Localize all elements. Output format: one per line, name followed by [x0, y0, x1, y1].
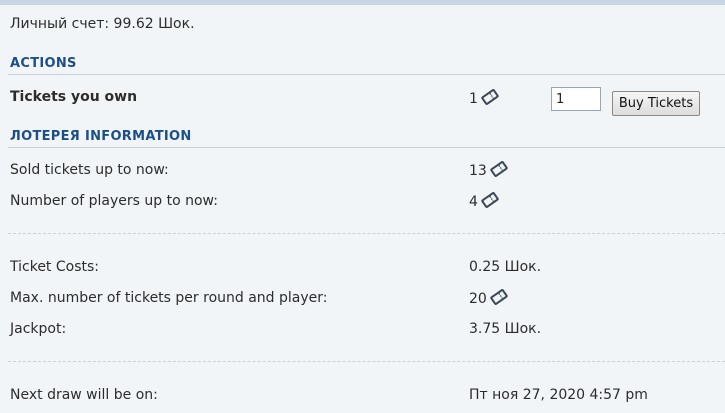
tickets-owned-label: Tickets you own — [10, 89, 138, 105]
jackpot-label: Jackpot: — [10, 321, 67, 337]
players-value-group: 4 — [469, 192, 499, 211]
ticket-cost-label: Ticket Costs: — [10, 259, 100, 275]
tickets-owned-value-group: 1 — [469, 89, 499, 108]
info-divider — [8, 147, 725, 148]
section-separator — [8, 233, 725, 234]
ticket-icon — [481, 89, 499, 105]
max-tickets-value-group: 20 — [469, 289, 508, 308]
actions-divider — [8, 74, 725, 75]
account-balance: Личный счет: 99.62 Шок. — [10, 16, 195, 32]
sold-tickets-value-group: 13 — [469, 161, 508, 180]
next-draw-label: Next draw will be on: — [10, 387, 158, 403]
ticket-icon — [490, 161, 508, 177]
max-tickets-value: 20 — [469, 291, 487, 307]
ticket-cost-value: 0.25 Шок. — [469, 259, 542, 275]
ticket-icon — [481, 192, 499, 208]
jackpot-value: 3.75 Шок. — [469, 321, 542, 337]
actions-section-title: ACTIONS — [10, 56, 77, 71]
ticket-quantity-input[interactable] — [551, 87, 601, 111]
ticket-icon — [490, 289, 508, 305]
players-label: Number of players up to now: — [10, 193, 218, 209]
next-draw-value: Пт ноя 27, 2020 4:57 pm — [469, 387, 648, 403]
max-tickets-label: Max. number of tickets per round and pla… — [10, 290, 328, 306]
info-section-title: ЛОТЕРЕЯ INFORMATION — [10, 129, 192, 144]
tickets-owned-value: 1 — [469, 91, 478, 107]
players-value: 4 — [469, 194, 478, 210]
buy-tickets-button[interactable]: Buy Tickets — [612, 91, 700, 116]
section-separator — [8, 361, 725, 362]
lottery-panel: Личный счет: 99.62 Шок. ACTIONS Tickets … — [0, 5, 725, 413]
sold-tickets-value: 13 — [469, 163, 487, 179]
sold-tickets-label: Sold tickets up to now: — [10, 162, 169, 178]
